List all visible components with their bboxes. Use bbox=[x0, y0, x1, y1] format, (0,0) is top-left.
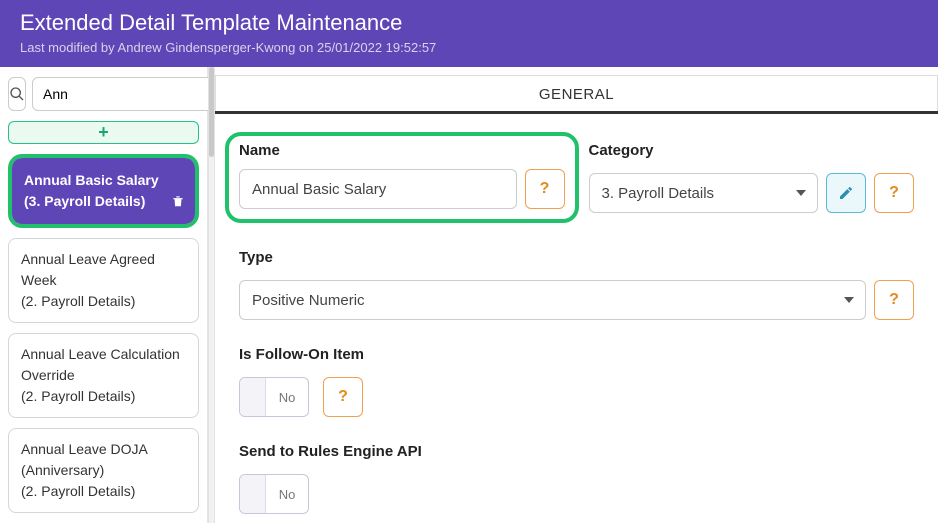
type-select[interactable]: Positive Numeric bbox=[239, 280, 866, 320]
delete-button[interactable] bbox=[171, 193, 185, 214]
category-select-wrap: 3. Payroll Details bbox=[589, 173, 819, 213]
rules-toggle[interactable]: No bbox=[239, 474, 309, 514]
name-input[interactable] bbox=[239, 169, 517, 209]
sidebar-item-annual-leave-calc-override[interactable]: Annual Leave Calculation Override (2. Pa… bbox=[8, 333, 199, 418]
toggle-state: No bbox=[266, 378, 308, 416]
sidebar-item-title: Annual Basic Salary bbox=[24, 170, 183, 191]
main-panel: GENERAL Name ? Category bbox=[215, 67, 938, 523]
type-help-button[interactable]: ? bbox=[874, 280, 914, 320]
sidebar-item-annual-leave-doja[interactable]: Annual Leave DOJA (Anniversary) (2. Payr… bbox=[8, 428, 199, 513]
follow-on-toggle[interactable]: No bbox=[239, 377, 309, 417]
trash-icon bbox=[171, 194, 185, 208]
category-edit-button[interactable] bbox=[826, 173, 866, 213]
category-label: Category bbox=[589, 142, 915, 159]
sidebar-item-selected-highlight: Annual Basic Salary (3. Payroll Details) bbox=[8, 154, 199, 228]
last-modified-text: Last modified by Andrew Gindensperger-Kw… bbox=[20, 40, 918, 55]
toggle-knob bbox=[240, 378, 266, 416]
sidebar-scrollbar[interactable] bbox=[208, 67, 215, 523]
sidebar-item-sub: (3. Payroll Details) bbox=[24, 191, 183, 212]
type-label: Type bbox=[239, 249, 914, 266]
sidebar-item-sub: (2. Payroll Details) bbox=[21, 386, 186, 407]
sidebar: + Annual Basic Salary (3. Payroll Detail… bbox=[0, 67, 208, 523]
sidebar-item-title: Annual Leave Agreed Week bbox=[21, 249, 186, 291]
field-rules-engine: Send to Rules Engine API No bbox=[239, 443, 914, 514]
toggle-knob bbox=[240, 475, 266, 513]
form-area: Name ? Category 3. Payroll Details bbox=[215, 114, 938, 523]
scrollbar-thumb[interactable] bbox=[209, 67, 214, 157]
sidebar-item-sub: (2. Payroll Details) bbox=[21, 291, 186, 312]
plus-icon: + bbox=[98, 122, 109, 143]
page-header: Extended Detail Template Maintenance Las… bbox=[0, 0, 938, 67]
follow-on-help-button[interactable]: ? bbox=[323, 377, 363, 417]
name-highlight: Name ? bbox=[225, 132, 579, 223]
category-help-button[interactable]: ? bbox=[874, 173, 914, 213]
category-select[interactable]: 3. Payroll Details bbox=[589, 173, 819, 213]
field-follow-on: Is Follow-On Item No ? bbox=[239, 346, 914, 417]
sidebar-item-annual-basic-salary[interactable]: Annual Basic Salary (3. Payroll Details) bbox=[12, 158, 195, 224]
sidebar-item-sub: (2. Payroll Details) bbox=[21, 481, 186, 502]
add-button[interactable]: + bbox=[8, 121, 199, 144]
type-select-wrap: Positive Numeric bbox=[239, 280, 866, 320]
tab-general[interactable]: GENERAL bbox=[215, 75, 938, 111]
tab-bar: GENERAL bbox=[215, 75, 938, 114]
follow-on-label: Is Follow-On Item bbox=[239, 346, 914, 363]
search-icon bbox=[9, 86, 25, 102]
search-row bbox=[8, 77, 199, 111]
sidebar-item-title: Annual Leave Calculation Override bbox=[21, 344, 186, 386]
search-input[interactable] bbox=[32, 77, 235, 111]
field-type: Type Positive Numeric ? bbox=[239, 249, 914, 320]
page-title: Extended Detail Template Maintenance bbox=[20, 10, 918, 36]
search-button[interactable] bbox=[8, 77, 26, 111]
sidebar-item-title: Annual Leave DOJA (Anniversary) bbox=[21, 439, 186, 481]
pencil-icon bbox=[838, 185, 854, 201]
toggle-state: No bbox=[266, 475, 308, 513]
field-category: Category 3. Payroll Details ? bbox=[589, 142, 915, 213]
name-help-button[interactable]: ? bbox=[525, 169, 565, 209]
sidebar-item-annual-leave-agreed-week[interactable]: Annual Leave Agreed Week (2. Payroll Det… bbox=[8, 238, 199, 323]
body: + Annual Basic Salary (3. Payroll Detail… bbox=[0, 67, 938, 523]
field-name: Name ? bbox=[239, 142, 565, 223]
rules-label: Send to Rules Engine API bbox=[239, 443, 914, 460]
name-label: Name bbox=[239, 142, 565, 159]
